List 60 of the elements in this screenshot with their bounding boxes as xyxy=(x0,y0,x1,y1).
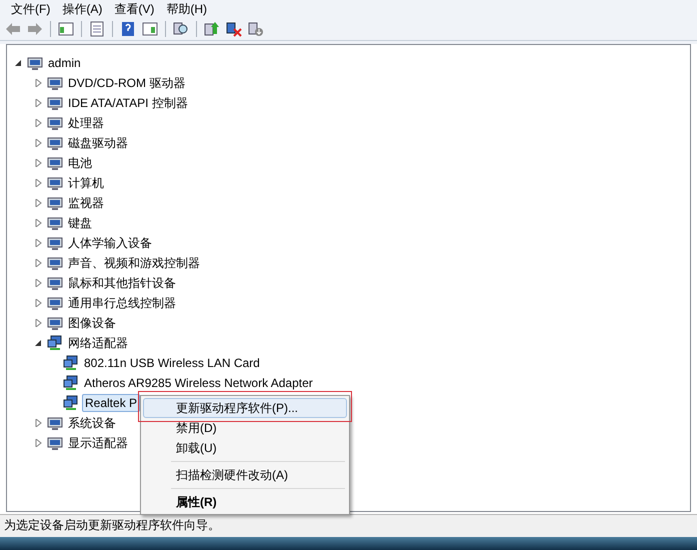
tree-item[interactable]: 监视器 xyxy=(66,194,106,212)
tree-item[interactable]: 鼠标和其他指针设备 xyxy=(66,274,178,292)
device-icon xyxy=(47,415,63,431)
tree-item[interactable]: 电池 xyxy=(66,154,94,172)
device-icon xyxy=(47,315,63,331)
menu-item[interactable]: 卸载(U) xyxy=(143,438,347,458)
device-icon xyxy=(47,275,63,291)
device-icon xyxy=(47,75,63,91)
forward-arrow-icon[interactable] xyxy=(26,20,44,38)
menu-item[interactable]: 扫描检测硬件改动(A) xyxy=(143,465,347,485)
device-icon xyxy=(47,215,63,231)
tree-item[interactable]: 计算机 xyxy=(66,174,106,192)
tree-item[interactable]: 通用串行总线控制器 xyxy=(66,294,178,312)
help-icon[interactable] xyxy=(119,20,137,38)
tree-item[interactable]: 网络适配器 xyxy=(66,334,130,352)
panel-icon[interactable] xyxy=(57,20,75,38)
device-icon xyxy=(47,95,63,111)
expander-icon[interactable] xyxy=(14,59,22,67)
menu-item[interactable]: 属性(R) xyxy=(143,492,347,512)
tree-item[interactable]: 人体学输入设备 xyxy=(66,234,154,252)
tree-item[interactable]: 处理器 xyxy=(66,114,106,132)
panel-icon[interactable] xyxy=(141,20,159,38)
device-icon xyxy=(27,55,43,71)
device-icon xyxy=(47,155,63,171)
tree-item[interactable]: DVD/CD-ROM 驱动器 xyxy=(66,74,188,92)
device-icon xyxy=(47,255,63,271)
tree-item[interactable]: 802.11n USB Wireless LAN Card xyxy=(82,355,262,371)
network-adapter-icon xyxy=(47,335,63,351)
device-icon xyxy=(47,135,63,151)
menu-item[interactable]: 更新驱动程序软件(P)... xyxy=(143,398,347,418)
status-text: 为选定设备启动更新驱动程序软件向导。 xyxy=(4,517,220,534)
update-driver-icon[interactable] xyxy=(203,20,221,38)
uninstall-icon[interactable] xyxy=(247,20,265,38)
menu-item[interactable]: 查看(V) xyxy=(109,0,160,18)
tree-item[interactable]: Realtek P xyxy=(82,394,140,412)
tree-item[interactable]: 键盘 xyxy=(66,214,94,232)
tree-item[interactable]: IDE ATA/ATAPI 控制器 xyxy=(66,94,190,112)
device-icon xyxy=(47,195,63,211)
menu-item[interactable]: 帮助(H) xyxy=(161,0,212,18)
device-icon xyxy=(47,175,63,191)
tree-item[interactable]: 声音、视频和游戏控制器 xyxy=(66,254,202,272)
device-icon xyxy=(47,115,63,131)
device-icon xyxy=(47,235,63,251)
tree-item[interactable]: Atheros AR9285 Wireless Network Adapter xyxy=(82,375,315,391)
tree-item[interactable]: admin xyxy=(46,55,83,71)
tree-item[interactable]: 图像设备 xyxy=(66,314,118,332)
disable-device-icon[interactable] xyxy=(225,20,243,38)
menu-item[interactable]: 禁用(D) xyxy=(143,418,347,438)
device-icon xyxy=(47,295,63,311)
menu-item[interactable]: 文件(F) xyxy=(6,0,56,18)
network-adapter-icon xyxy=(63,355,79,371)
menu-item[interactable]: 操作(A) xyxy=(57,0,108,18)
tree-item[interactable]: 磁盘驱动器 xyxy=(66,134,130,152)
document-icon[interactable] xyxy=(88,20,106,38)
network-adapter-icon xyxy=(63,395,79,411)
network-adapter-icon xyxy=(63,375,79,391)
tree-item[interactable]: 系统设备 xyxy=(66,414,118,432)
tree-item[interactable]: 显示适配器 xyxy=(66,434,130,452)
device-icon xyxy=(47,435,63,451)
expander-icon[interactable] xyxy=(34,339,42,347)
